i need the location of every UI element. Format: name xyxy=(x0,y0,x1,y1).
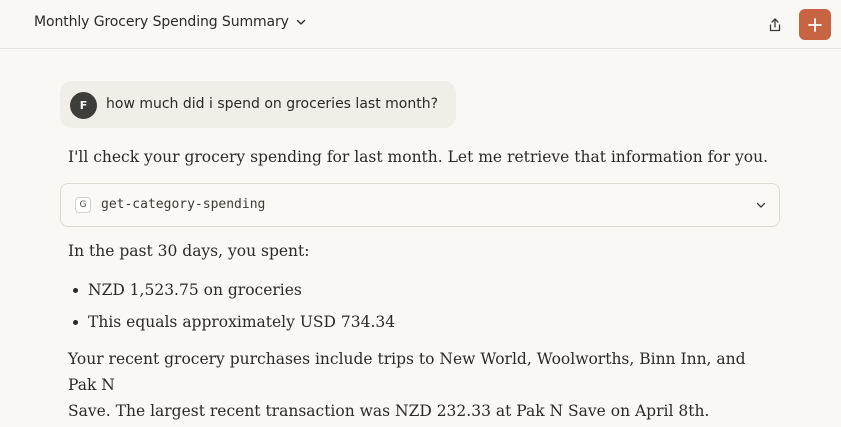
chevron-down-icon[interactable] xyxy=(755,199,767,211)
user-message: F how much did i spend on groceries last… xyxy=(60,81,456,128)
list-item: This equals approximately USD 734.34 xyxy=(68,311,395,343)
list-item: NZD 1,523.75 on groceries xyxy=(68,279,395,311)
avatar: F xyxy=(70,92,97,119)
chevron-down-icon xyxy=(296,19,306,25)
plus-icon xyxy=(808,17,822,32)
spending-summary-text: In the past 30 days, you spent: xyxy=(68,242,310,260)
user-message-text: how much did i spend on groceries last m… xyxy=(106,96,439,112)
tool-badge-icon: G xyxy=(75,197,91,213)
share-button[interactable] xyxy=(762,12,788,38)
spending-list: NZD 1,523.75 on groceries This equals ap… xyxy=(68,279,395,343)
assistant-intro-text: I'll check your grocery spending for las… xyxy=(68,148,769,166)
chat-title-dropdown[interactable]: Monthly Grocery Spending Summary xyxy=(34,14,307,30)
chat-title: Monthly Grocery Spending Summary xyxy=(34,14,289,30)
recent-purchases-text: Your recent grocery purchases include tr… xyxy=(68,346,768,424)
share-icon xyxy=(769,18,781,32)
chat-header: Monthly Grocery Spending Summary xyxy=(0,0,841,49)
tool-call-name: get-category-spending xyxy=(101,197,266,212)
recent-purchases-line-1: Your recent grocery purchases include tr… xyxy=(68,350,746,394)
recent-purchases-line-2: Save. The largest recent transaction was… xyxy=(68,402,710,420)
tool-call-card[interactable]: G get-category-spending xyxy=(60,183,780,227)
new-chat-button[interactable] xyxy=(799,9,831,40)
